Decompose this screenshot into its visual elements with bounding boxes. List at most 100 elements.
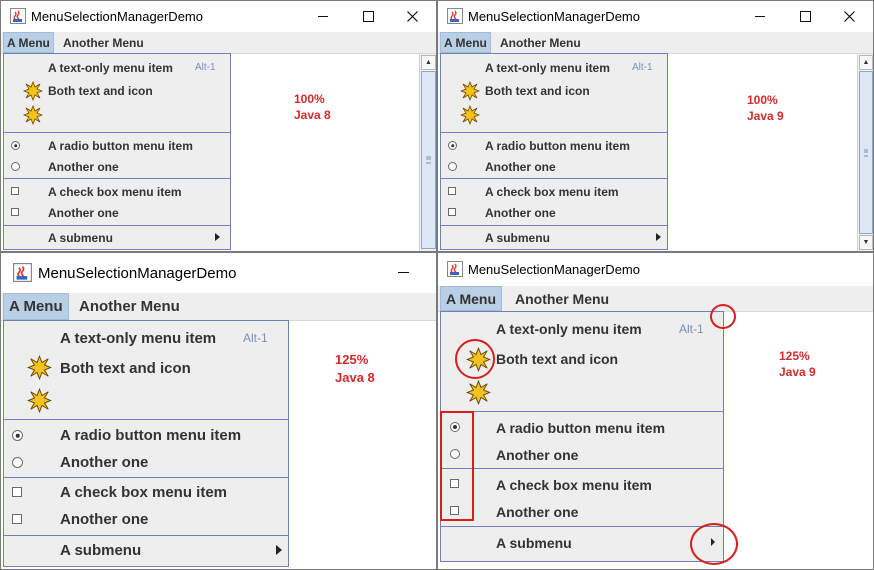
menu-item-radio-2[interactable]: Another one: [441, 156, 667, 177]
maximize-button[interactable]: [350, 1, 386, 32]
menu-separator: [441, 411, 723, 412]
close-button[interactable]: [831, 1, 867, 32]
scale-annotation: 125% Java 9: [779, 349, 816, 380]
menu-item-radio-1[interactable]: A radio button menu item: [4, 422, 288, 449]
menu-item-check-1[interactable]: A check box menu item: [441, 181, 667, 202]
minimize-button[interactable]: [742, 1, 778, 32]
menu-item-text-only[interactable]: A text-only menu item Alt-1: [441, 56, 667, 79]
menu-item-submenu[interactable]: A submenu: [4, 537, 288, 564]
scroll-thumb[interactable]: [421, 71, 436, 249]
menu-item-icon-only[interactable]: [441, 102, 667, 130]
menu-item-radio-1[interactable]: A radio button menu item: [4, 135, 230, 156]
checkbox-icon: [12, 487, 22, 497]
window-100-java8: MenuSelectionManagerDemo A Menu Another …: [0, 0, 437, 252]
window-title: MenuSelectionManagerDemo: [468, 9, 640, 24]
menu-item-check-1[interactable]: A check box menu item: [4, 181, 230, 202]
menu-a[interactable]: A Menu: [440, 32, 491, 53]
window-title: MenuSelectionManagerDemo: [468, 262, 640, 277]
starburst-icon: [466, 380, 491, 405]
menu-item-check-2[interactable]: Another one: [4, 202, 230, 223]
vertical-scrollbar[interactable]: ▲: [419, 54, 436, 251]
menu-item-radio-2[interactable]: Another one: [4, 449, 288, 476]
menu-item-radio-2[interactable]: Another one: [4, 156, 230, 177]
menu-item-radio-1[interactable]: A radio button menu item: [441, 414, 723, 441]
menu-item-check-2[interactable]: Another one: [4, 506, 288, 533]
scroll-up-button[interactable]: ▲: [421, 55, 436, 70]
radio-selected-icon: [448, 141, 457, 150]
menu-bar: A Menu Another Menu: [438, 286, 873, 312]
highlight-box-indicators: [440, 411, 474, 521]
menu-item-both[interactable]: Both text and icon: [4, 353, 288, 383]
maximize-button[interactable]: [787, 1, 823, 32]
starburst-icon: [27, 388, 52, 413]
vertical-scrollbar[interactable]: ▲ ▼: [857, 54, 873, 251]
java-app-icon: [13, 263, 32, 286]
menu-a[interactable]: A Menu: [3, 293, 69, 320]
menu-item-text-only[interactable]: A text-only menu item Alt-1: [441, 314, 723, 344]
menu-another[interactable]: Another Menu: [79, 293, 180, 320]
highlight-circle-arrow: [690, 523, 738, 565]
accelerator-label: Alt-1: [195, 62, 216, 73]
checkbox-icon: [12, 514, 22, 524]
menu-bar: A Menu Another Menu: [438, 32, 873, 54]
menu-separator: [441, 132, 667, 133]
menu-another[interactable]: Another Menu: [63, 32, 144, 53]
minimize-icon: [755, 16, 765, 17]
menu-item-text-only[interactable]: A text-only menu item Alt-1: [4, 323, 288, 353]
checkbox-icon: [11, 208, 19, 216]
menu-item-icon-only[interactable]: [4, 383, 288, 417]
menu-a[interactable]: A Menu: [440, 286, 503, 311]
menu-item-check-1[interactable]: A check box menu item: [4, 479, 288, 506]
maximize-icon: [799, 11, 811, 22]
close-button[interactable]: [394, 1, 430, 32]
menu-a[interactable]: A Menu: [3, 32, 54, 53]
minimize-button[interactable]: [305, 1, 341, 32]
menu-popup: A text-only menu item Alt-1 Both text an…: [440, 53, 668, 250]
menu-item-text-only[interactable]: A text-only menu item Alt-1: [4, 56, 230, 79]
window-title: MenuSelectionManagerDemo: [38, 265, 237, 282]
radio-selected-icon: [12, 430, 23, 441]
scroll-up-button[interactable]: ▲: [859, 55, 873, 70]
scale-annotation: 100% Java 9: [747, 93, 784, 124]
menu-bar: A Menu Another Menu: [1, 32, 436, 54]
scale-annotation: 100% Java 8: [294, 92, 331, 123]
menu-separator: [4, 477, 288, 478]
menu-item-check-1[interactable]: A check box menu item: [441, 471, 723, 498]
window-125-java9: MenuSelectionManagerDemo A Menu Another …: [437, 252, 874, 570]
menu-separator: [4, 178, 230, 179]
menu-item-icon-only[interactable]: [4, 102, 230, 130]
submenu-arrow-icon: [656, 233, 661, 241]
menu-item-radio-1[interactable]: A radio button menu item: [441, 135, 667, 156]
menu-another[interactable]: Another Menu: [500, 32, 581, 53]
java-app-icon: [447, 8, 463, 27]
menu-item-radio-2[interactable]: Another one: [441, 441, 723, 468]
menu-item-submenu[interactable]: A submenu: [441, 529, 723, 557]
checkbox-icon: [11, 187, 19, 195]
starburst-icon: [23, 105, 43, 125]
window-title: MenuSelectionManagerDemo: [31, 9, 203, 24]
menu-item-icon-only[interactable]: [441, 374, 723, 408]
menu-separator: [441, 526, 723, 527]
highlight-circle-icon: [455, 339, 495, 379]
window-125-java8: MenuSelectionManagerDemo A Menu Another …: [0, 252, 437, 570]
accelerator-label: Alt-1: [679, 322, 704, 336]
menu-item-submenu[interactable]: A submenu: [4, 227, 230, 248]
starburst-icon: [460, 81, 480, 101]
menu-separator: [4, 419, 288, 420]
window-100-java9: MenuSelectionManagerDemo A Menu Another …: [437, 0, 874, 252]
menu-item-check-2[interactable]: Another one: [441, 498, 723, 525]
radio-empty-icon: [448, 162, 457, 171]
accelerator-label: Alt-1: [632, 62, 653, 73]
menu-separator: [441, 225, 667, 226]
title-bar: MenuSelectionManagerDemo: [1, 1, 436, 32]
title-bar: MenuSelectionManagerDemo: [438, 1, 873, 32]
scroll-down-button[interactable]: ▼: [859, 235, 873, 250]
minimize-icon: [318, 16, 328, 17]
minimize-button[interactable]: [385, 253, 421, 291]
menu-item-both[interactable]: Both text and icon: [4, 79, 230, 102]
scroll-thumb[interactable]: [859, 71, 873, 234]
menu-item-check-2[interactable]: Another one: [441, 202, 667, 223]
menu-item-submenu[interactable]: A submenu: [441, 227, 667, 248]
menu-another[interactable]: Another Menu: [515, 286, 609, 311]
menu-item-both[interactable]: Both text and icon: [441, 79, 667, 102]
